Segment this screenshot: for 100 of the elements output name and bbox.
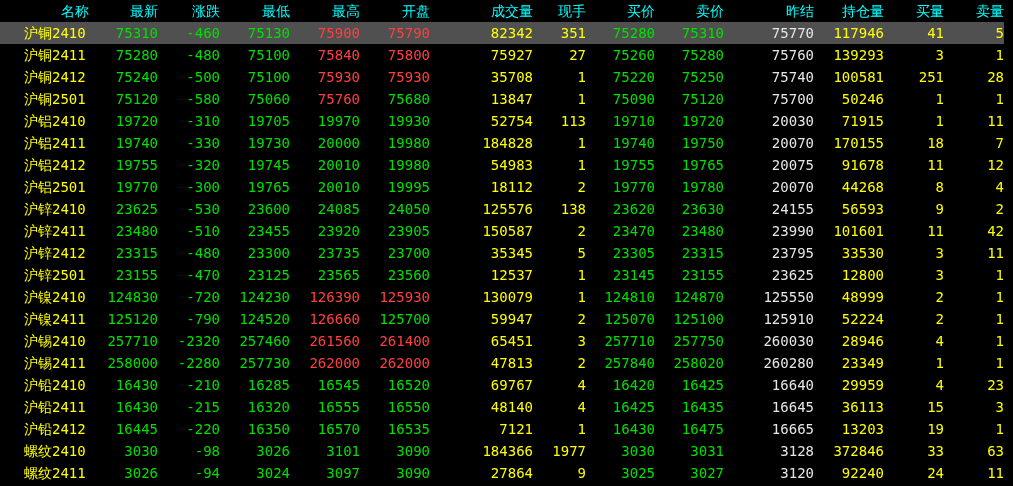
- table-cell-text: -300: [185, 178, 220, 197]
- column-header[interactable]: 现手: [533, 0, 586, 22]
- column-header[interactable]: 卖量: [944, 0, 1004, 22]
- table-cell-text: 1977: [551, 442, 586, 461]
- contract-name[interactable]: 沪镍2411: [0, 308, 89, 330]
- table-cell-text: 48999: [840, 288, 884, 307]
- column-header[interactable]: 名称: [0, 0, 89, 22]
- table-cell-text: -2280: [176, 354, 220, 373]
- table-cell-text: 124230: [238, 288, 290, 307]
- contract-name[interactable]: 沪铜2411: [0, 44, 89, 66]
- contract-name[interactable]: 沪铝2410: [0, 110, 89, 132]
- contract-name[interactable]: 螺纹2410: [0, 440, 89, 462]
- contract-name[interactable]: 沪铝2501: [0, 176, 89, 198]
- column-header[interactable]: 买量: [884, 0, 944, 22]
- table-cell-text: 52754: [489, 112, 533, 131]
- table-cell-text: 7: [994, 134, 1004, 153]
- table-cell-text: 63: [986, 442, 1004, 461]
- contract-name[interactable]: 沪铅2411: [0, 396, 89, 418]
- table-cell-text: 16570: [316, 420, 360, 439]
- table-cell-text: 16665: [770, 420, 814, 439]
- contract-name[interactable]: 沪锡2411: [0, 352, 89, 374]
- table-cell-text: 19730: [246, 134, 290, 153]
- table-cell: 5: [944, 22, 1004, 44]
- contract-name[interactable]: 沪铜2501: [0, 88, 89, 110]
- table-cell-text: -210: [185, 376, 220, 395]
- column-header[interactable]: 昨结: [724, 0, 814, 22]
- column-header[interactable]: 买价: [586, 0, 655, 22]
- contract-name[interactable]: 沪锌2411: [0, 220, 89, 242]
- table-cell-text: 3097: [325, 464, 360, 483]
- table-cell-text: 261400: [378, 332, 430, 351]
- table-cell-text: 125100: [672, 310, 724, 329]
- table-cell-text: 3031: [689, 442, 724, 461]
- table-cell: 75900: [290, 22, 360, 44]
- table-cell-text: 50246: [840, 90, 884, 109]
- table-cell-text: 44268: [840, 178, 884, 197]
- table-cell-text: 23305: [611, 244, 655, 263]
- table-cell-text: 1: [994, 310, 1004, 329]
- table-cell-text: 47813: [489, 354, 533, 373]
- table-cell-text: 75760: [770, 46, 814, 65]
- table-cell-text: 1: [576, 68, 586, 87]
- table-cell-text: 23735: [316, 244, 360, 263]
- contract-name[interactable]: 沪铝2412: [0, 154, 89, 176]
- contract-name[interactable]: 螺纹2411: [0, 462, 89, 484]
- table-cell-text: 23700: [386, 244, 430, 263]
- column-header[interactable]: 最新: [89, 0, 158, 22]
- contract-name[interactable]: 沪锌2501: [0, 264, 89, 286]
- column-header[interactable]: 最高: [290, 0, 360, 22]
- table-cell-text: -480: [185, 46, 220, 65]
- contract-name[interactable]: 沪锌2410: [0, 198, 89, 220]
- table-cell-text: 23: [986, 376, 1004, 395]
- column-header[interactable]: 开盘: [360, 0, 430, 22]
- table-cell-text: 3: [934, 244, 944, 263]
- column-header[interactable]: 成交量: [430, 0, 533, 22]
- table-cell-text: 52224: [840, 310, 884, 329]
- contract-name[interactable]: 沪锌2412: [0, 242, 89, 264]
- table-cell-text: 11: [926, 222, 944, 241]
- table-cell-text: 3128: [779, 442, 814, 461]
- table-cell-text: 3025: [620, 464, 655, 483]
- table-cell-text: 100581: [832, 68, 884, 87]
- contract-name[interactable]: 沪铅2412: [0, 418, 89, 440]
- table-cell-text: 18: [926, 134, 944, 153]
- table-cell-text: 16430: [611, 420, 655, 439]
- table-cell-text: 11: [986, 244, 1004, 263]
- table-cell-text: 20000: [316, 134, 360, 153]
- table-cell-text: 75260: [611, 46, 655, 65]
- table-cell-text: 23480: [680, 222, 724, 241]
- table-cell: 75310: [89, 22, 158, 44]
- table-cell-text: 15: [926, 398, 944, 417]
- contract-name[interactable]: 沪铝2411: [0, 132, 89, 154]
- table-cell-text: 18112: [489, 178, 533, 197]
- table-cell-text: 19745: [246, 156, 290, 175]
- table-cell-text: 24050: [386, 200, 430, 219]
- contract-name[interactable]: 沪镍2410: [0, 286, 89, 308]
- contract-name[interactable]: 沪铅2410: [0, 374, 89, 396]
- column-header[interactable]: 最低: [220, 0, 290, 22]
- table-cell-text: 75100: [246, 68, 290, 87]
- table-cell-text: 12537: [489, 266, 533, 285]
- contract-name[interactable]: 沪铜2412: [0, 66, 89, 88]
- column-header[interactable]: 卖价: [655, 0, 724, 22]
- table-cell-text: 7121: [498, 420, 533, 439]
- table-cell-text: 4: [576, 398, 586, 417]
- table-cell-text: 16555: [316, 398, 360, 417]
- table-cell-text: 257460: [238, 332, 290, 351]
- table-cell-text: 19770: [114, 178, 158, 197]
- column-header[interactable]: 持仓量: [814, 0, 884, 22]
- table-cell: 75310: [655, 22, 724, 44]
- contract-name[interactable]: 沪锡2410: [0, 330, 89, 352]
- table-cell-text: -215: [185, 398, 220, 417]
- table-cell-text: 23990: [770, 222, 814, 241]
- table-cell-text: 9: [934, 200, 944, 219]
- table-cell-text: 262000: [308, 354, 360, 373]
- column-header[interactable]: 涨跌: [158, 0, 220, 22]
- table-cell-text: 23565: [316, 266, 360, 285]
- table-cell-text: 4: [934, 376, 944, 395]
- table-cell-text: -320: [185, 156, 220, 175]
- table-cell-text: 3: [934, 266, 944, 285]
- contract-name[interactable]: 沪铜2410: [0, 22, 89, 44]
- table-cell-text: -480: [185, 244, 220, 263]
- table-cell-text: 3: [934, 46, 944, 65]
- table-cell-text: -530: [185, 200, 220, 219]
